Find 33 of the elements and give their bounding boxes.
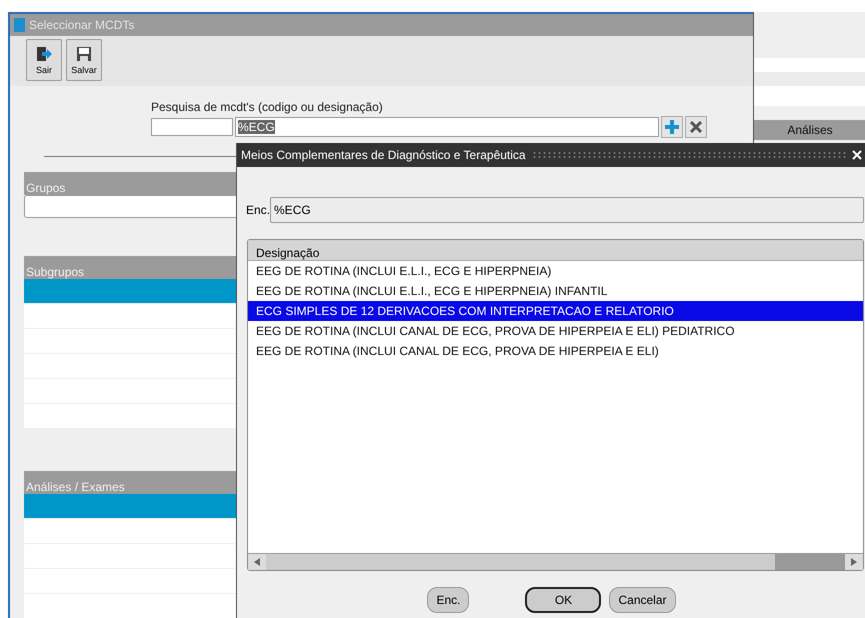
dialog-title: Meios Complementares de Diagnóstico e Terapêutica: [241, 148, 526, 162]
code-field[interactable]: [151, 118, 233, 136]
find-field[interactable]: %ECG: [270, 197, 864, 223]
search-field[interactable]: %ECG: [235, 117, 659, 137]
left-arrow-icon: [254, 558, 260, 566]
scrollbar-thumb[interactable]: [775, 554, 845, 570]
list-item[interactable]: EEG DE ROTINA (INCLUI CANAL DE ECG, PROVA DE HIPERPEIA E ELI): [248, 341, 863, 361]
close-icon[interactable]: [685, 116, 707, 138]
dialog-button[interactable]: OK: [525, 587, 602, 613]
section-header: Análises / Exames: [24, 471, 238, 494]
section-header: Subgrupos: [24, 256, 238, 279]
column-header: Análises: [754, 120, 865, 140]
list-row[interactable]: [24, 279, 238, 304]
window-title: Seleccionar MCDTs: [29, 18, 134, 32]
right-arrow-icon: [851, 558, 857, 566]
horizontal-scrollbar[interactable]: [248, 553, 863, 570]
dialog-button[interactable]: Enc.: [427, 587, 470, 613]
app-icon: [14, 18, 25, 32]
add-icon[interactable]: [661, 116, 683, 138]
toolbar-button[interactable]: Sair: [26, 39, 62, 81]
dialog-button[interactable]: Cancelar: [609, 587, 676, 613]
toolbar-button[interactable]: Salvar: [66, 39, 102, 81]
list-item[interactable]: EEG DE ROTINA (INCLUI E.L.I., ECG E HIPERPNEIA): [248, 261, 863, 281]
find-label: Enc.: [246, 203, 270, 217]
list-item[interactable]: EEG DE ROTINA (INCLUI E.L.I., ECG E HIPERPNEIA) INFANTIL: [248, 281, 863, 301]
search-label: Pesquisa de mcdt's (codigo ou designação): [151, 100, 384, 114]
groups-field[interactable]: [24, 195, 238, 218]
list-item[interactable]: ECG SIMPLES DE 12 DERIVACOES COM INTERPRETACAO E RELATORIO: [248, 301, 863, 321]
column-header: Designação: [248, 240, 863, 261]
list-row[interactable]: [24, 494, 238, 519]
section-header: Grupos: [24, 172, 238, 195]
list-item[interactable]: EEG DE ROTINA (INCLUI CANAL DE ECG, PROVA DE HIPERPEIA E ELI) PEDIATRICO: [248, 321, 863, 341]
exit-icon: [36, 46, 52, 62]
